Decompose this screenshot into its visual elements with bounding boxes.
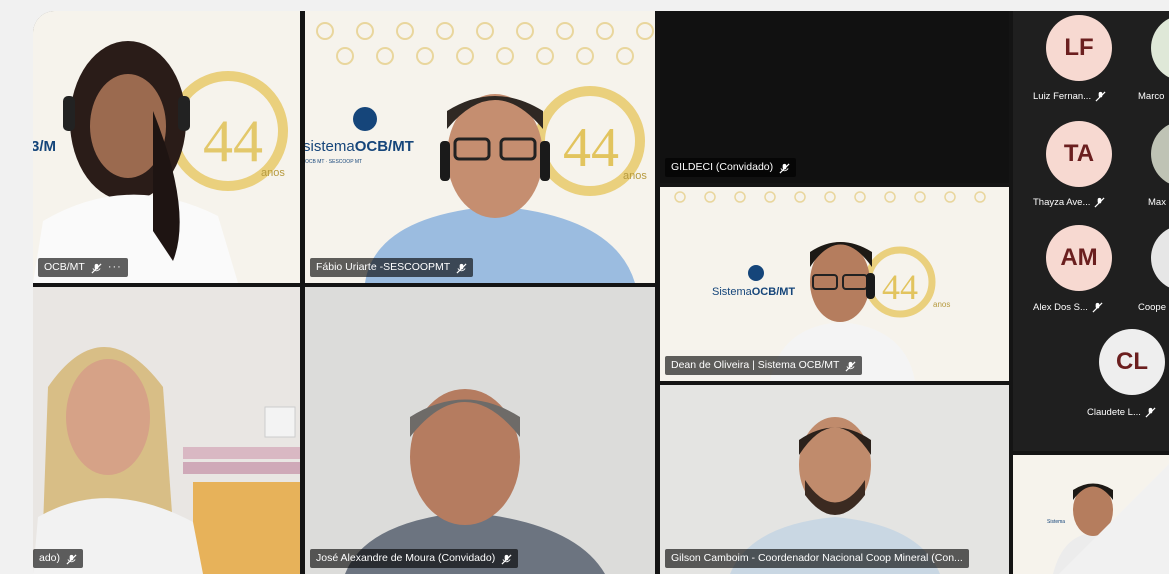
participant-video: 44 anos SistemaOCB/MT (660, 187, 1009, 381)
gallery-participant: Marco (1138, 91, 1164, 102)
svg-text:OCB MT · SESCOOP MT: OCB MT · SESCOOP MT (305, 159, 362, 165)
svg-text:44: 44 (882, 267, 918, 307)
svg-text:anos: anos (261, 167, 285, 179)
gallery-participant: Thayza Ave... (1033, 197, 1105, 208)
avatar[interactable]: LF (1046, 15, 1112, 81)
participant-video: 44 anos sistemaOCB/MT OCB MT · SESCOOP M… (305, 11, 655, 283)
gallery-participant: Coope (1138, 302, 1166, 313)
avatar[interactable] (1151, 121, 1169, 187)
mic-muted-icon (779, 162, 790, 174)
participant-name: Alex Dos S... (1033, 302, 1088, 313)
more-options-icon[interactable]: ··· (108, 258, 122, 277)
avatar[interactable]: AM (1046, 225, 1112, 291)
video-tile-dean[interactable]: 44 anos SistemaOCB/MT Dean de Oliveira |… (660, 187, 1009, 381)
mic-muted-icon (456, 262, 467, 274)
participant-name: GILDECI (Convidado) (671, 161, 774, 173)
video-tile-ocbmt[interactable]: 44 anos 3/M OCB/MT ··· (33, 11, 300, 283)
svg-text:sistemaOCB/MT: sistemaOCB/MT (305, 138, 414, 155)
gallery-participant: Luiz Fernan... (1033, 91, 1106, 102)
mic-muted-icon (1094, 197, 1105, 208)
participant-name: Max (1148, 197, 1166, 208)
participant-name: Thayza Ave... (1033, 197, 1091, 208)
mic-muted-icon (845, 360, 856, 372)
participant-name: Gilson Camboim - Coordenador Nacional Co… (671, 552, 963, 564)
avatar[interactable] (1151, 15, 1169, 81)
participant-name-label: José Alexandre de Moura (Convidado) (310, 549, 519, 568)
mic-muted-icon (501, 553, 512, 565)
svg-text:SistemaOCB/MT: SistemaOCB/MT (712, 286, 795, 298)
participant-name-label: Fábio Uriarte -SESCOOPMT (310, 258, 474, 277)
video-tile-gildeci[interactable]: GILDECI (Convidado) (660, 11, 1009, 183)
participant-name-label: GILDECI (Convidado) (665, 158, 797, 177)
avatar[interactable]: CL (1099, 329, 1165, 395)
gallery-participant: Claudete L... (1087, 407, 1156, 418)
participant-name-label: Gilson Camboim - Coordenador Nacional Co… (665, 549, 969, 568)
participant-name-label: ado) (33, 549, 84, 568)
video-tile-woman-bottom[interactable]: ado) (33, 287, 300, 574)
avatar-initials: CL (1116, 348, 1148, 375)
participant-video (33, 287, 300, 574)
avatar[interactable] (1151, 225, 1169, 291)
avatar-initials: LF (1064, 34, 1094, 61)
logo-44-watermark: 44 (203, 108, 263, 174)
participant-name-label: Dean de Oliveira | Sistema OCB/MT (665, 356, 863, 375)
participant-video (305, 287, 655, 574)
gallery-participant: Max (1148, 197, 1166, 208)
mic-muted-icon (1095, 91, 1106, 102)
meeting-video-grid: 44 anos 3/M OCB/MT ··· 44 anos sistemaOC… (33, 11, 1169, 574)
participant-name-label: OCB/MT ··· (38, 258, 128, 277)
mic-muted-icon (66, 553, 77, 565)
mic-muted-icon (1145, 407, 1156, 418)
participant-video: 44 anos 3/M (33, 11, 300, 283)
avatar-initials: TA (1063, 140, 1095, 167)
avatar-initials: AM (1060, 244, 1098, 271)
anos-text: anos (623, 170, 647, 182)
svg-text:3/M: 3/M (33, 138, 56, 155)
svg-text:anos: anos (933, 300, 950, 309)
decorative-corner (1059, 464, 1169, 574)
participant-name: Luiz Fernan... (1033, 91, 1092, 102)
gallery-participant: Alex Dos S... (1033, 302, 1103, 313)
participant-name: Fábio Uriarte -SESCOOPMT (316, 261, 451, 273)
video-tile-gilson-active-speaker[interactable]: Gilson Camboim - Coordenador Nacional Co… (660, 385, 1009, 574)
participant-name: Claudete L... (1087, 407, 1141, 418)
svg-text:44: 44 (563, 117, 619, 179)
participant-name: José Alexandre de Moura (Convidado) (316, 552, 496, 564)
mic-muted-icon (91, 262, 102, 274)
video-tile-jose[interactable]: José Alexandre de Moura (Convidado) (305, 287, 655, 574)
video-tile-fabio[interactable]: 44 anos sistemaOCB/MT OCB MT · SESCOOP M… (305, 11, 655, 283)
participant-name: Coope (1138, 302, 1166, 313)
participant-video (660, 385, 1009, 574)
participant-name: ado) (39, 552, 61, 564)
participants-gallery: LF Luiz Fernan... Marco TA Thayza Ave...… (1013, 11, 1169, 451)
mic-muted-icon (1092, 302, 1103, 313)
participant-name: Dean de Oliveira | Sistema OCB/MT (671, 359, 840, 371)
participant-name: OCB/MT (44, 261, 85, 273)
participant-name: Marco (1138, 91, 1165, 102)
avatar[interactable]: TA (1046, 121, 1112, 187)
